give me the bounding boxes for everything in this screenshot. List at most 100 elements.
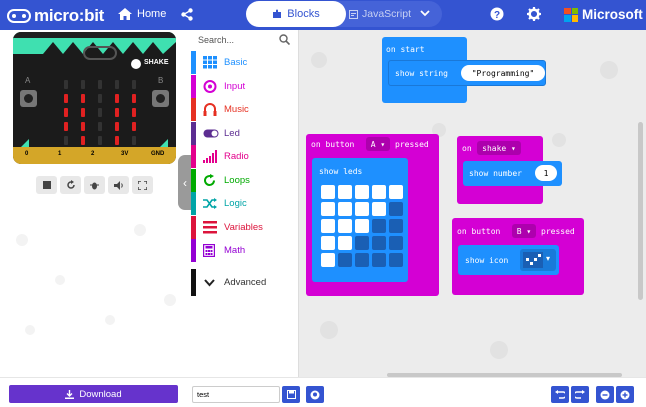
led-editor-cell[interactable] [321,219,335,233]
pin-gnd-label: GND [151,151,165,157]
sim-button-a[interactable] [20,90,37,107]
help-button[interactable]: ? [490,7,504,24]
project-name-input[interactable] [192,386,280,403]
led-editor-cell[interactable] [338,185,352,199]
toolbox-category-music[interactable]: Music [191,98,298,121]
restart-icon [66,180,75,189]
led-editor-cell[interactable] [338,236,352,250]
led-editor-cell[interactable] [338,253,352,267]
gesture-value: shake [482,143,507,153]
zoom-out-button[interactable] [596,386,614,403]
on-shake-block[interactable]: on shake ▾ show number 1 [457,136,562,204]
category-label: Variables [224,221,263,233]
stop-button[interactable] [36,176,57,194]
undo-button[interactable] [551,386,569,403]
microsoft-logo-icon [564,7,578,22]
save-button[interactable] [282,386,300,403]
show-string-block[interactable]: show string "Programming" [388,60,546,86]
sim-led [64,108,68,117]
microsoft-logo[interactable]: Microsoft [564,7,643,22]
led-editor-cell[interactable] [355,202,369,216]
category-label: Led [224,127,240,139]
toolbox-category-led[interactable]: Led [191,121,298,145]
toolbox-advanced[interactable]: Advanced [191,269,298,296]
led-editor-cell[interactable] [389,185,403,199]
led-editor-cell[interactable] [321,202,335,216]
icon-dropdown[interactable]: ▾ [520,249,556,271]
led-editor-cell[interactable] [389,202,403,216]
show-number-label: show number [469,169,522,178]
restart-button[interactable] [60,176,81,194]
vertical-scrollbar[interactable] [638,122,643,300]
chevron-down-icon[interactable] [420,10,430,17]
led-editor-cell[interactable] [389,219,403,233]
download-button[interactable]: Download [9,385,178,403]
settings-button[interactable] [527,7,541,24]
toolbox-category-loops[interactable]: Loops [191,168,298,192]
toolbox-category-variables[interactable]: Variables [191,215,298,239]
button-b-dropdown[interactable]: B ▾ [512,224,536,238]
headphones-icon [203,103,217,116]
led-editor-cell[interactable] [355,236,369,250]
category-label: Loops [224,174,250,186]
led-editor-cell[interactable] [372,202,386,216]
tab-javascript[interactable]: JavaScript [342,1,418,27]
pin-1-label[interactable]: 1 [58,151,61,157]
led-editor-cell[interactable] [355,185,369,199]
sim-button-b[interactable] [152,90,169,107]
mute-button[interactable] [108,176,129,194]
pin-0-label[interactable]: 0 [25,151,28,157]
zoom-in-button[interactable] [616,386,634,403]
led-editor-cell[interactable] [321,185,335,199]
led-editor-cell[interactable] [355,253,369,267]
led-editor-cell[interactable] [389,236,403,250]
toolbox-category-math[interactable]: Math [191,239,298,262]
share-button[interactable] [181,8,193,24]
led-editor-cell[interactable] [372,185,386,199]
led-editor-cell[interactable] [338,219,352,233]
signal-icon [203,150,217,163]
shuffle-icon [203,197,217,210]
fullscreen-button[interactable] [132,176,153,194]
microbit-logo-icon [7,9,31,23]
toolbox-category-input[interactable]: Input [191,74,298,98]
debug-button[interactable] [84,176,105,194]
string-input[interactable]: "Programming" [461,65,545,81]
toolbox-category-basic[interactable]: Basic [191,51,298,74]
led-editor-cell[interactable] [389,253,403,267]
show-leds-block[interactable]: show leds [312,158,408,282]
sim-led [98,108,102,117]
led-editor-cell[interactable] [355,219,369,233]
tab-blocks[interactable]: Blocks [246,1,346,27]
toolbox-category-radio[interactable]: Radio [191,145,298,168]
on-button-a-block[interactable]: on button A ▾ pressed show leds [306,134,439,296]
button-a-dropdown[interactable]: A ▾ [366,137,390,151]
led-editor-cell[interactable] [321,236,335,250]
redo-button[interactable] [571,386,589,403]
microbit-logo[interactable]: micro:bit [7,6,104,26]
gesture-dropdown[interactable]: shake ▾ [477,141,521,155]
github-button[interactable] [306,386,324,403]
sim-led [64,136,68,145]
blocks-workspace[interactable]: on start show string "Programming" on bu… [299,30,646,377]
show-number-block[interactable]: show number 1 [463,161,562,186]
led-editor-cell[interactable] [372,236,386,250]
show-icon-block[interactable]: show icon ▾ [458,245,559,275]
home-button[interactable]: Home [118,8,166,20]
on-start-block[interactable]: on start show string "Programming" [382,37,546,103]
toolbox-category-logic[interactable]: Logic [191,192,298,215]
led-editor-cell[interactable] [372,219,386,233]
led-editor-cell[interactable] [338,202,352,216]
number-input[interactable]: 1 [535,165,557,181]
shake-button[interactable] [131,59,141,69]
debug-icon [90,182,99,189]
collapse-simulator-button[interactable]: ‹ [178,155,192,210]
led-editor-cell[interactable] [321,253,335,267]
led-editor-cell[interactable] [372,253,386,267]
plus-icon [620,390,630,399]
toolbox-search[interactable]: Search... [191,30,298,50]
pressed-b-label: pressed [541,227,575,236]
on-button-b-block[interactable]: on button B ▾ pressed show icon ▾ [452,218,584,295]
pin-2-label[interactable]: 2 [91,151,94,157]
sim-led [81,108,85,117]
